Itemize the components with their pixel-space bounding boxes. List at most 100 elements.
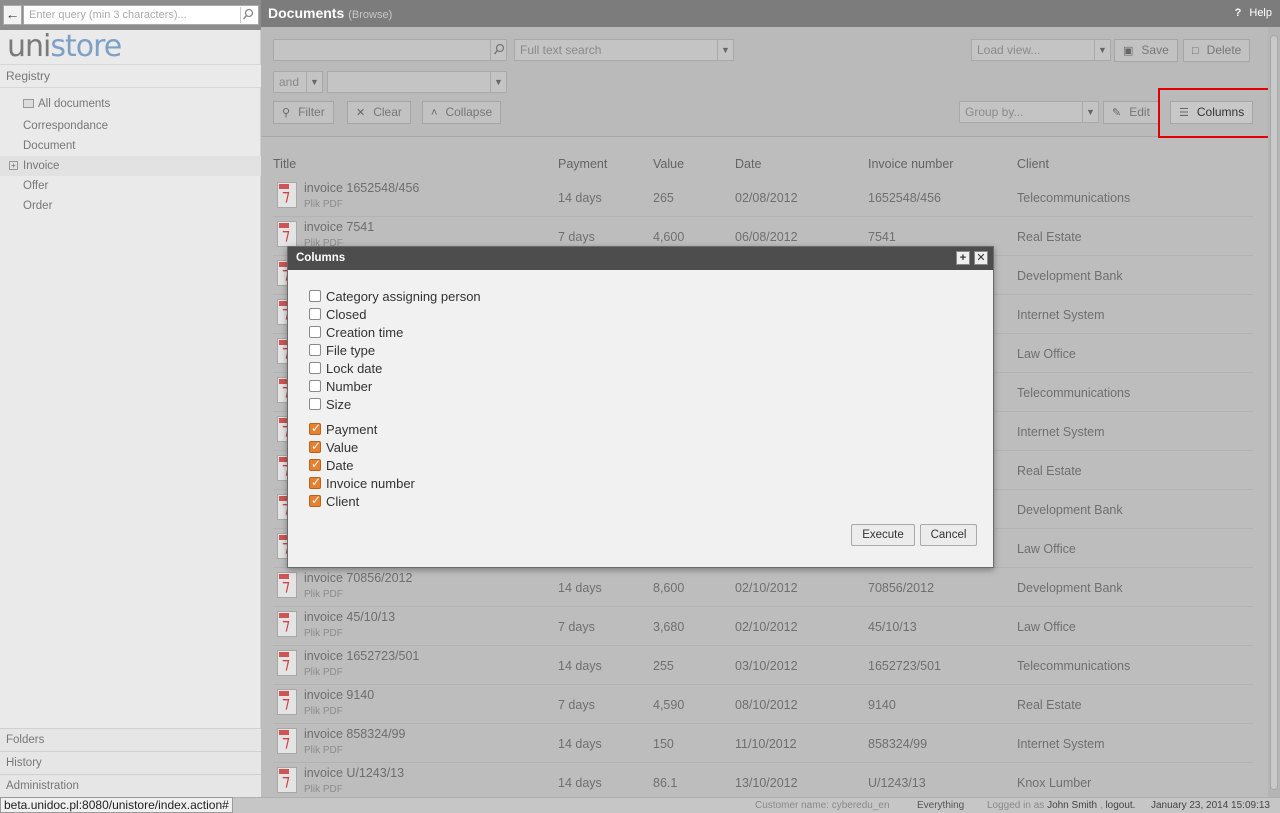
- sidebar-folders[interactable]: Folders: [0, 728, 261, 751]
- cell-date: 02/08/2012: [735, 191, 798, 205]
- back-arrow-icon[interactable]: ←: [3, 5, 22, 25]
- cell-invoice-number: 9140: [868, 698, 896, 712]
- column-option[interactable]: Date: [309, 456, 481, 474]
- checkbox-unchecked[interactable]: [309, 398, 321, 410]
- table-row[interactable]: invoice 1652548/456 Plik PDF 14 days 265 02/…: [273, 178, 1253, 217]
- checkbox-unchecked[interactable]: [309, 308, 321, 320]
- column-option[interactable]: Size: [309, 395, 481, 413]
- table-row[interactable]: invoice 1652723/501 Plik PDF 14 days 255 03/…: [273, 646, 1253, 685]
- column-option[interactable]: Value: [309, 438, 481, 456]
- table-row[interactable]: invoice 70856/2012 Plik PDF 14 days 8,600 02…: [273, 568, 1253, 607]
- column-option[interactable]: Creation time: [309, 323, 481, 341]
- checkbox-unchecked[interactable]: [309, 380, 321, 392]
- sidebar-history[interactable]: History: [0, 751, 261, 774]
- expand-plus-icon[interactable]: +: [9, 161, 18, 170]
- document-title[interactable]: invoice 70856/2012: [304, 571, 412, 585]
- cell-date: 08/10/2012: [735, 698, 798, 712]
- table-row[interactable]: invoice 9140 Plik PDF 7 days 4,590 08/10/201…: [273, 685, 1253, 724]
- cell-value: 265: [653, 191, 674, 205]
- vertical-scrollbar[interactable]: [1268, 27, 1280, 797]
- logout-link[interactable]: logout.: [1105, 800, 1135, 811]
- document-title[interactable]: invoice 1652723/501: [304, 649, 419, 663]
- column-option[interactable]: Lock date: [309, 359, 481, 377]
- column-header-client[interactable]: Client: [1017, 157, 1049, 171]
- tree-item-document[interactable]: Document: [0, 136, 261, 156]
- checkbox-checked[interactable]: [309, 475, 321, 489]
- scrollbar-thumb[interactable]: [1270, 35, 1278, 790]
- cell-payment: 7 days: [558, 698, 595, 712]
- load-view-select[interactable]: Load view... ▼: [971, 39, 1111, 61]
- checkbox-unchecked[interactable]: [309, 290, 321, 302]
- column-header-invoice-number[interactable]: Invoice number: [868, 157, 953, 171]
- column-option-label: Closed: [326, 306, 367, 322]
- chevron-down-icon: ▼: [306, 72, 322, 92]
- column-header-payment[interactable]: Payment: [558, 157, 607, 171]
- document-title[interactable]: invoice 9140: [304, 688, 374, 702]
- column-header-title[interactable]: Title: [273, 157, 296, 171]
- checkbox-checked[interactable]: [309, 457, 321, 471]
- group-by-select[interactable]: Group by... ▼: [959, 101, 1099, 123]
- datetime: January 23, 2014 15:09:13: [1151, 800, 1270, 811]
- checkbox-checked[interactable]: [309, 439, 321, 453]
- tree-item-all-documents[interactable]: All documents: [0, 94, 261, 114]
- column-option[interactable]: Closed: [309, 305, 481, 323]
- document-file-type: Plik PDF: [304, 589, 343, 600]
- execute-button[interactable]: Execute: [851, 524, 915, 546]
- search-icon[interactable]: [490, 40, 506, 60]
- column-option[interactable]: File type: [309, 341, 481, 359]
- column-option[interactable]: Client: [309, 492, 481, 510]
- pdf-file-icon: [277, 572, 297, 598]
- document-title[interactable]: invoice 45/10/13: [304, 610, 395, 624]
- user-link[interactable]: John Smith: [1047, 800, 1097, 811]
- tree-item-invoice[interactable]: + Invoice: [0, 156, 261, 176]
- clear-button[interactable]: ✕ Clear: [347, 101, 411, 124]
- cell-date: 11/10/2012: [735, 737, 797, 751]
- column-option[interactable]: Number: [309, 377, 481, 395]
- column-option-label: Creation time: [326, 324, 404, 340]
- delete-view-button[interactable]: □ Delete: [1183, 39, 1251, 62]
- global-search-input[interactable]: Enter query (min 3 characters)...: [23, 5, 259, 25]
- column-option[interactable]: Payment: [309, 420, 481, 438]
- tree-item-offer[interactable]: Offer: [0, 176, 261, 196]
- checkbox-checked[interactable]: [309, 421, 321, 435]
- scope-label: Everything: [917, 800, 965, 811]
- document-title[interactable]: invoice 858324/99: [304, 727, 405, 741]
- collapse-button[interactable]: ˄ Collapse: [422, 101, 502, 124]
- dialog-title-bar[interactable]: Columns + ✕: [288, 247, 993, 270]
- cell-value: 255: [653, 659, 674, 673]
- column-header-date[interactable]: Date: [735, 157, 761, 171]
- sidebar-administration[interactable]: Administration: [0, 774, 261, 797]
- pdf-file-icon: [277, 767, 297, 793]
- column-option[interactable]: Category assigning person: [309, 287, 481, 305]
- operator-select[interactable]: and ▼: [273, 71, 323, 93]
- checkbox-unchecked[interactable]: [309, 326, 321, 338]
- table-row[interactable]: invoice 858324/99 Plik PDF 14 days 150 11/10…: [273, 724, 1253, 763]
- pdf-file-icon: [277, 611, 297, 637]
- cell-client: Internet System: [1017, 737, 1105, 751]
- tree-item-order[interactable]: Order: [0, 196, 261, 216]
- maximize-icon[interactable]: +: [956, 251, 970, 265]
- tree-item-correspondance[interactable]: Correspondance: [0, 116, 261, 136]
- checkbox-checked[interactable]: [309, 493, 321, 507]
- table-row[interactable]: invoice 45/10/13 Plik PDF 7 days 3,680 02/10…: [273, 607, 1253, 646]
- global-search-bar: ← Enter query (min 3 characters)...: [0, 0, 261, 30]
- dialog-title: Columns: [296, 252, 346, 264]
- cancel-button[interactable]: Cancel: [920, 524, 977, 546]
- field-select[interactable]: ▼: [327, 71, 507, 93]
- column-header-value[interactable]: Value: [653, 157, 684, 171]
- help-link[interactable]: ? Help: [1235, 7, 1272, 19]
- document-title[interactable]: invoice 7541: [304, 220, 374, 234]
- checkbox-unchecked[interactable]: [309, 344, 321, 356]
- filter-text-input[interactable]: [273, 39, 507, 61]
- document-title[interactable]: invoice U/1243/13: [304, 766, 404, 780]
- document-title[interactable]: invoice 1652548/456: [304, 181, 419, 195]
- column-option[interactable]: Invoice number: [309, 474, 481, 492]
- save-view-button[interactable]: ▣ Save: [1114, 39, 1178, 62]
- registry-header[interactable]: Registry: [0, 64, 261, 88]
- checkbox-unchecked[interactable]: [309, 362, 321, 374]
- search-mode-select[interactable]: Full text search ▼: [514, 39, 734, 61]
- filter-button[interactable]: ⚲ Filter: [273, 101, 334, 124]
- close-icon[interactable]: ✕: [974, 251, 988, 265]
- edit-button[interactable]: ✎ Edit: [1103, 101, 1159, 124]
- search-icon[interactable]: [240, 7, 255, 23]
